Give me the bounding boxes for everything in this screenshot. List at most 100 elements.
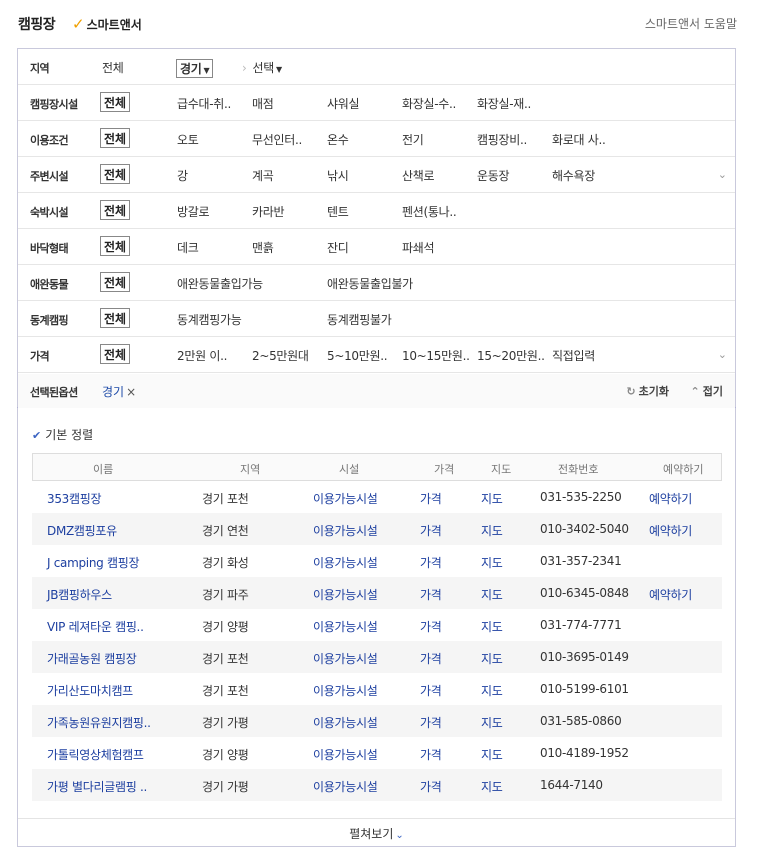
facility-link[interactable]: 이용가능시설 [313, 778, 378, 795]
region-selected-dropdown[interactable]: 경기 ▼ [176, 59, 214, 78]
selected-chip[interactable]: 경기 × [102, 383, 136, 400]
facility-link[interactable]: 이용가능시설 [313, 682, 378, 699]
facility-link[interactable]: 이용가능시설 [313, 554, 378, 571]
campsite-name-link[interactable]: 가래골농원 캠핑장 [47, 650, 137, 667]
filter-option[interactable]: 텐트 [327, 203, 349, 220]
map-link[interactable]: 지도 [481, 522, 503, 539]
facility-link[interactable]: 이용가능시설 [313, 522, 378, 539]
filter-option[interactable]: 동계캠핑가능 [177, 311, 242, 328]
filter-all-option[interactable]: 전체 [100, 344, 131, 364]
map-link[interactable]: 지도 [481, 682, 503, 699]
filter-option[interactable]: 15~20만원.. [477, 347, 545, 364]
close-icon[interactable]: × [126, 385, 136, 399]
price-link[interactable]: 가격 [420, 650, 442, 667]
filter-all-option[interactable]: 전체 [100, 128, 131, 148]
campsite-name-link[interactable]: 가족농원유원지캠핑.. [47, 714, 151, 731]
filter-option[interactable]: 계곡 [252, 167, 274, 184]
filter-option[interactable]: 샤워실 [327, 95, 360, 112]
price-link[interactable]: 가격 [420, 746, 442, 763]
reserve-link[interactable]: 예약하기 [649, 522, 692, 539]
reserve-link[interactable]: 예약하기 [649, 490, 692, 507]
price-link[interactable]: 가격 [420, 586, 442, 603]
facility-link[interactable]: 이용가능시설 [313, 586, 378, 603]
map-link[interactable]: 지도 [481, 618, 503, 635]
reset-button[interactable]: ↻ 초기화 [626, 383, 669, 399]
campsite-name-link[interactable]: 가리산도마치캠프 [47, 682, 133, 699]
sort-selector[interactable]: ✔ 기본 정렬 [32, 426, 93, 443]
caret-down-icon: ▼ [203, 66, 210, 75]
filter-all-option[interactable]: 전체 [100, 164, 131, 184]
filter-all-option[interactable]: 전체 [100, 200, 131, 220]
price-link[interactable]: 가격 [420, 714, 442, 731]
filter-option[interactable]: 카라반 [252, 203, 285, 220]
region-all-option[interactable]: 전체 [102, 59, 124, 76]
filter-option[interactable]: 화로대 사.. [552, 131, 606, 148]
map-link[interactable]: 지도 [481, 554, 503, 571]
filter-option[interactable]: 2만원 이.. [177, 347, 227, 364]
chevron-down-icon[interactable]: ⌄ [718, 168, 727, 181]
filter-option[interactable]: 무선인터.. [252, 131, 302, 148]
map-link[interactable]: 지도 [481, 746, 503, 763]
filter-option[interactable]: 2~5만원대 [252, 347, 309, 364]
facility-link[interactable]: 이용가능시설 [313, 746, 378, 763]
header: 캠핑장 ✓ 스마트앤서 스마트앤서 도움말 [18, 14, 737, 34]
filter-option[interactable]: 5~10만원.. [327, 347, 388, 364]
map-link[interactable]: 지도 [481, 778, 503, 795]
collapse-button[interactable]: ⌃ 접기 [691, 383, 723, 399]
price-link[interactable]: 가격 [420, 490, 442, 507]
filter-option[interactable]: 매점 [252, 95, 274, 112]
filter-all-option[interactable]: 전체 [100, 272, 131, 292]
campsite-name-link[interactable]: 가톨릭영상체험캠프 [47, 746, 144, 763]
campsite-name-link[interactable]: JB캠핑하우스 [47, 586, 112, 603]
filter-option[interactable]: 직접입력 [552, 347, 595, 364]
filter-all-option[interactable]: 전체 [100, 236, 131, 256]
filter-option[interactable]: 펜션(통나.. [402, 203, 457, 220]
facility-link[interactable]: 이용가능시설 [313, 490, 378, 507]
filter-option[interactable]: 잔디 [327, 239, 349, 256]
filter-all-option[interactable]: 전체 [100, 92, 131, 112]
chevron-down-icon[interactable]: ⌄ [718, 348, 727, 361]
filter-option[interactable]: 방갈로 [177, 203, 210, 220]
campsite-name-link[interactable]: DMZ캠핑포유 [47, 522, 117, 539]
filter-all-option[interactable]: 전체 [100, 308, 131, 328]
facility-link[interactable]: 이용가능시설 [313, 650, 378, 667]
price-link[interactable]: 가격 [420, 682, 442, 699]
campsite-name-link[interactable]: 가평 별다리글램핑 .. [47, 778, 147, 795]
map-link[interactable]: 지도 [481, 490, 503, 507]
campsite-name-link[interactable]: J camping 캠핑장 [47, 554, 140, 571]
filter-option[interactable]: 급수대-취.. [177, 95, 231, 112]
filter-option[interactable]: 10~15만원.. [402, 347, 470, 364]
filter-option[interactable]: 해수욕장 [552, 167, 595, 184]
filter-option[interactable]: 화장실-수.. [402, 95, 456, 112]
price-link[interactable]: 가격 [420, 778, 442, 795]
filter-option[interactable]: 온수 [327, 131, 349, 148]
expand-button[interactable]: 펼쳐보기 ⌄ [18, 818, 735, 846]
filter-option[interactable]: 강 [177, 167, 188, 184]
price-link[interactable]: 가격 [420, 554, 442, 571]
price-link[interactable]: 가격 [420, 618, 442, 635]
subregion-dropdown[interactable]: › 선택 ▼ [242, 59, 282, 76]
filter-option[interactable]: 데크 [177, 239, 199, 256]
filter-option[interactable]: 산책로 [402, 167, 435, 184]
filter-option[interactable]: 애완동물출입불가 [327, 275, 413, 292]
campsite-name-link[interactable]: 353캠핑장 [47, 490, 102, 507]
filter-option[interactable]: 전기 [402, 131, 424, 148]
facility-link[interactable]: 이용가능시설 [313, 618, 378, 635]
filter-option[interactable]: 애완동물출입가능 [177, 275, 263, 292]
campsite-name-link[interactable]: VIP 레져타운 캠핑.. [47, 618, 144, 635]
map-link[interactable]: 지도 [481, 586, 503, 603]
filter-option[interactable]: 동계캠핑불가 [327, 311, 392, 328]
filter-option[interactable]: 캠핑장비.. [477, 131, 527, 148]
map-link[interactable]: 지도 [481, 714, 503, 731]
help-link[interactable]: 스마트앤서 도움말 [645, 15, 737, 32]
facility-link[interactable]: 이용가능시설 [313, 714, 378, 731]
price-link[interactable]: 가격 [420, 522, 442, 539]
filter-option[interactable]: 운동장 [477, 167, 510, 184]
filter-option[interactable]: 화장실-재.. [477, 95, 531, 112]
filter-option[interactable]: 낚시 [327, 167, 349, 184]
filter-option[interactable]: 파쇄석 [402, 239, 435, 256]
filter-option[interactable]: 맨흙 [252, 239, 274, 256]
reserve-link[interactable]: 예약하기 [649, 586, 692, 603]
map-link[interactable]: 지도 [481, 650, 503, 667]
filter-option[interactable]: 오토 [177, 131, 199, 148]
